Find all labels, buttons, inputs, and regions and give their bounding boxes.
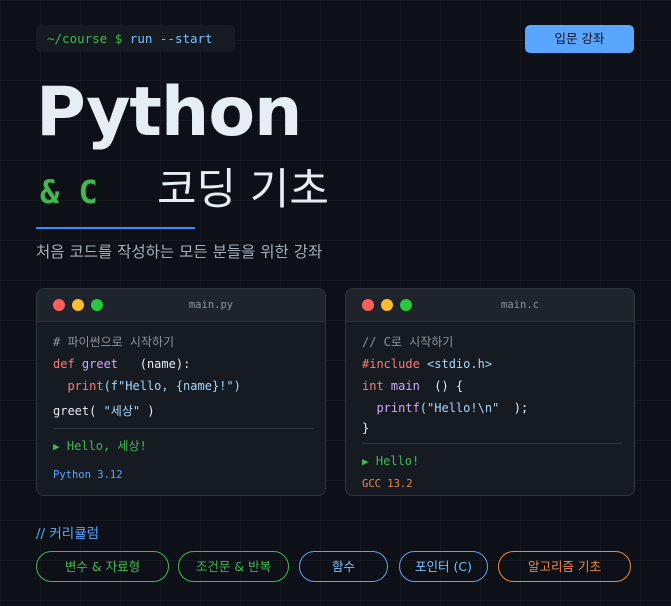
preprocessor: #include [362,357,420,371]
string-literal: "세상" [96,404,141,418]
output-text: Hello, 세상! [59,439,147,453]
terminal-prompt-bar: ~/course $ run --start [36,25,235,52]
code-line: def greet (name): [53,353,313,375]
program-output: ▶ Hello, 세상! [53,435,313,457]
window-titlebar: main.c [346,289,634,322]
course-level-button[interactable]: 입문 강좌 [525,25,634,53]
curriculum-tag-algorithms[interactable]: 알고리즘 기초 [498,551,631,582]
output-text: Hello! [368,454,420,468]
filename: main.c [501,299,539,311]
tagline: 처음 코드를 작성하는 모든 분들을 위한 강좌 [36,243,323,261]
keyword: int [362,379,384,393]
code-comment: // C로 시작하기 [362,335,454,349]
call-end: ); [499,401,529,415]
code-line: printf("Hello!\n" ); [362,397,622,419]
code-line: } [362,421,370,435]
curriculum-label: // 커리큘럼 [36,526,100,542]
function-name: main [383,379,420,393]
code-line: print(f"Hello, {name}!") [53,375,313,397]
header-name: <stdio.h> [419,357,493,371]
terminal-command: run --start [122,31,213,46]
page-subtitle-title: 코딩 기초 [157,165,329,215]
code-block: # 파이썬으로 시작하기 def greet (name): print(f"H… [53,331,313,483]
version-label: GCC 13.2 [362,478,413,490]
call-end: ) [140,404,155,418]
curriculum-tag-variables[interactable]: 변수 & 자료형 [36,551,169,582]
amp-c-label: & C [40,173,98,211]
version-label: Python 3.12 [53,469,123,481]
string-literal: ("Hello!\n" [419,401,500,415]
code-line: greet( "세상" ) [53,400,313,422]
code-block: // C로 시작하기 #include <stdio.h> int main (… [362,331,622,492]
function-call: greet( [53,404,97,418]
filename: main.py [188,299,234,311]
code-line: int main () { [362,375,622,397]
window-titlebar: main.py [37,289,325,322]
function-call: printf [362,401,420,415]
output-divider [53,428,313,429]
code-comment: # 파이썬으로 시작하기 [53,335,175,349]
python-code-card: main.py # 파이썬으로 시작하기 def greet (name): p… [36,288,326,496]
play-icon: ▶ [53,440,60,453]
page-title: Python [36,73,302,152]
terminal-prompt: ~/course $ [47,31,123,46]
curriculum-tag-pointers[interactable]: 포인터 (C) [399,551,488,582]
c-code-card: main.c // C로 시작하기 #include <stdio.h> int… [345,288,635,496]
params: (name): [118,357,191,371]
program-output: ▶ Hello! [362,450,622,472]
curriculum-tag-functions[interactable]: 함수 [299,551,388,582]
curriculum-tag-conditionals[interactable]: 조건문 & 반복 [178,551,289,582]
output-divider [362,443,622,444]
title-underline [36,227,195,229]
function-name: greet [74,357,119,371]
play-icon: ▶ [362,455,369,468]
string-literal: (f"Hello, {name}!") [103,379,241,393]
function-call: print [53,379,104,393]
signature: () { [419,379,464,393]
code-line: #include <stdio.h> [362,353,622,375]
keyword: def [53,357,75,371]
